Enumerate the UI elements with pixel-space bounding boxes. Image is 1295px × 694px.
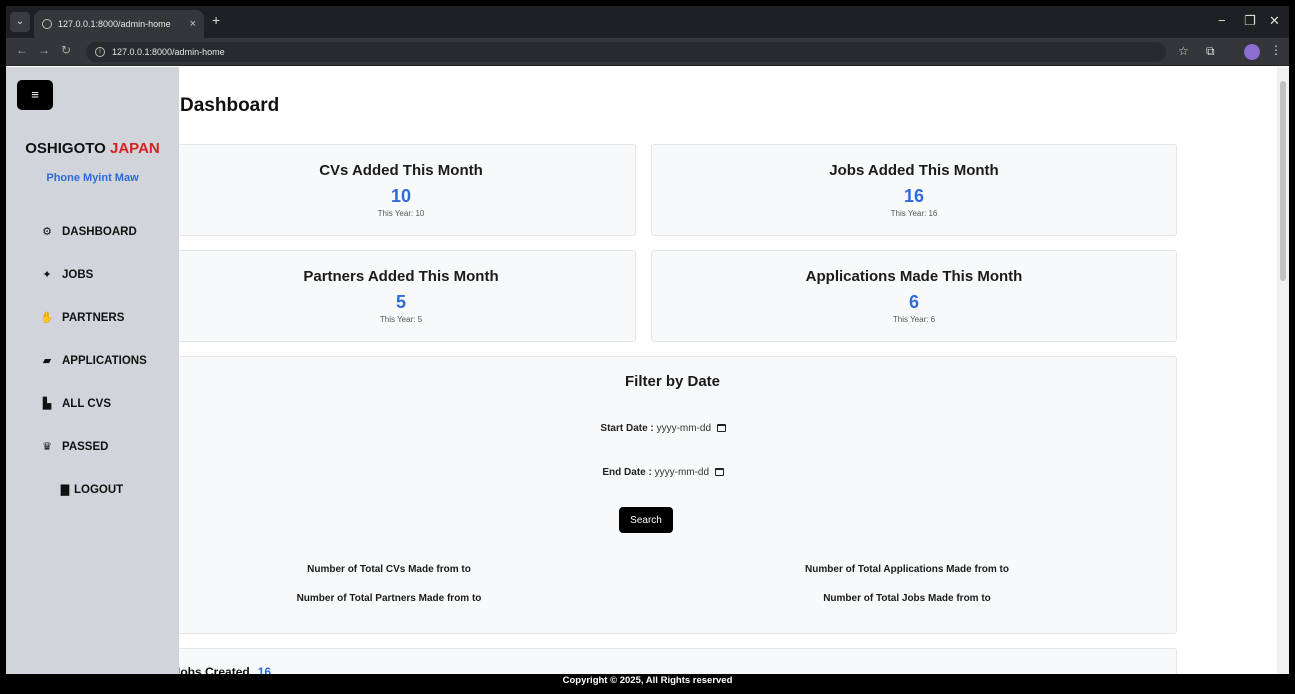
- sidebar-item-label: PASSED: [62, 441, 109, 453]
- card-value: 6: [908, 292, 919, 312]
- sidebar-item-logout[interactable]: ▇ LOGOUT: [58, 483, 123, 496]
- forward-arrow-icon[interactable]: →: [38, 43, 50, 57]
- card-subtext: This Year: 16: [890, 209, 938, 218]
- card-subtext: This Year: 6: [892, 315, 936, 324]
- user-name: Phone Myint Maw: [46, 172, 139, 184]
- sidebar-item-label: APPLICATIONS: [62, 355, 147, 367]
- brand-accent: JAPAN: [110, 140, 160, 157]
- filter-title: Filter by Date: [624, 373, 721, 390]
- pin-icon: ✦: [42, 269, 52, 281]
- sidebar-item-label: DASHBOARD: [62, 226, 137, 238]
- card-subtext: This Year: 10: [377, 209, 425, 218]
- tab-bar: ⌄ 127.0.0.1:8000/admin-home × + − ❐ ✕: [6, 6, 1289, 38]
- total-applications-stat: Number of Total Applications Made from t…: [805, 564, 1009, 575]
- calendar-icon[interactable]: [715, 468, 725, 476]
- url-input[interactable]: i 127.0.0.1:8000/admin-home: [86, 42, 1166, 62]
- sidebar-item-partners[interactable]: ✋ PARTNERS: [40, 311, 124, 324]
- minimize-icon[interactable]: −: [1218, 13, 1226, 28]
- sidebar: ≡ OSHIGOTO JAPAN Phone Myint Maw ⚙ DASHBO…: [6, 67, 179, 688]
- cvs-month-card: CVs Added This Month 10 This Year: 10: [166, 144, 636, 236]
- end-date-label: End Date :: [602, 467, 652, 478]
- site-info-icon[interactable]: i: [95, 47, 105, 57]
- globe-icon: [42, 19, 52, 29]
- jobs-month-card: Jobs Added This Month 16 This Year: 16: [651, 144, 1177, 236]
- close-window-icon[interactable]: ✕: [1269, 13, 1280, 29]
- total-cvs-stat: Number of Total CVs Made from to: [307, 564, 471, 575]
- calendar-icon[interactable]: [717, 424, 727, 432]
- browser-window: ⌄ 127.0.0.1:8000/admin-home × + − ❐ ✕ ← …: [6, 6, 1289, 688]
- start-date-label: Start Date :: [600, 423, 654, 434]
- sidebar-item-dashboard[interactable]: ⚙ DASHBOARD: [40, 225, 137, 238]
- card-value: 16: [903, 186, 925, 206]
- extensions-icon[interactable]: ⧉: [1206, 44, 1215, 59]
- address-bar-row: ← → ↻ i 127.0.0.1:8000/admin-home ☆ ⧉ ⋮: [6, 38, 1289, 66]
- card-title: Partners Added This Month: [303, 268, 499, 285]
- page-title: Dashboard: [180, 95, 280, 116]
- start-date-row: Start Date : yyyy-mm-dd: [167, 423, 1178, 434]
- document-icon: ▙: [42, 398, 52, 410]
- handshake-icon: ✋: [40, 312, 54, 324]
- more-menu-icon[interactable]: ⋮: [1270, 43, 1282, 57]
- sidebar-item-label: LOGOUT: [74, 484, 124, 496]
- crown-icon: ♛: [42, 441, 52, 453]
- partners-month-card: Partners Added This Month 5 This Year: 5: [166, 250, 636, 342]
- card-title: Jobs Added This Month: [829, 162, 999, 179]
- reload-icon[interactable]: ↻: [61, 43, 71, 57]
- sidebar-item-applications[interactable]: ▰ APPLICATIONS: [40, 354, 147, 367]
- sidebar-item-label: ALL CVS: [62, 398, 111, 410]
- back-arrow-icon[interactable]: ←: [16, 43, 28, 57]
- tab-close-icon[interactable]: ×: [190, 10, 196, 38]
- url-text: 127.0.0.1:8000/admin-home: [112, 47, 225, 57]
- sidebar-item-label: JOBS: [62, 269, 94, 281]
- brand-name: OSHIGOTO: [25, 140, 106, 157]
- sidebar-item-passed[interactable]: ♛ PASSED: [40, 440, 108, 453]
- page-scrollbar[interactable]: [1277, 67, 1289, 688]
- end-date-row: End Date : yyyy-mm-dd: [167, 467, 1178, 478]
- start-date-input[interactable]: yyyy-mm-dd: [657, 423, 745, 434]
- start-date-placeholder: yyyy-mm-dd: [656, 423, 712, 434]
- card-title: CVs Added This Month: [319, 162, 483, 179]
- sidebar-item-all-cvs[interactable]: ▙ ALL CVS: [40, 397, 111, 410]
- end-date-placeholder: yyyy-mm-dd: [654, 467, 710, 478]
- card-subtext: This Year: 5: [379, 315, 423, 324]
- page-footer: Copyright © 2025, All Rights reserved: [6, 674, 1289, 688]
- folder-icon: ▰: [42, 355, 52, 367]
- total-jobs-stat: Number of Total Jobs Made from to: [823, 593, 991, 604]
- gear-icon: ⚙: [42, 226, 52, 238]
- sidebar-item-jobs[interactable]: ✦ JOBS: [40, 268, 93, 281]
- end-date-input[interactable]: yyyy-mm-dd: [655, 467, 743, 478]
- browser-tab[interactable]: 127.0.0.1:8000/admin-home ×: [34, 10, 204, 38]
- profile-avatar[interactable]: [1244, 44, 1260, 60]
- bookmark-star-icon[interactable]: ☆: [1178, 44, 1189, 58]
- card-title: Applications Made This Month: [805, 268, 1023, 285]
- scrollbar-thumb[interactable]: [1280, 81, 1286, 281]
- tab-title: 127.0.0.1:8000/admin-home: [58, 19, 171, 29]
- door-icon: ▇: [60, 484, 70, 496]
- hamburger-menu-button[interactable]: ≡: [17, 80, 53, 110]
- sidebar-item-label: PARTNERS: [62, 312, 125, 324]
- total-partners-stat: Number of Total Partners Made from to: [296, 593, 482, 604]
- restore-icon[interactable]: ❐: [1244, 13, 1256, 29]
- applications-month-card: Applications Made This Month 6 This Year…: [651, 250, 1177, 342]
- brand-logo: OSHIGOTO JAPAN: [6, 140, 179, 157]
- date-filter-panel: Filter by Date Start Date : yyyy-mm-dd E…: [166, 356, 1177, 634]
- card-value: 5: [395, 292, 406, 312]
- tab-search-icon[interactable]: ⌄: [10, 12, 30, 32]
- card-value: 10: [390, 186, 412, 206]
- search-button[interactable]: Search: [619, 507, 673, 533]
- new-tab-button[interactable]: +: [212, 12, 220, 28]
- main-content: Dashboard CVs Added This Month 10 This Y…: [166, 67, 1276, 688]
- page-viewport: Dashboard CVs Added This Month 10 This Y…: [6, 67, 1289, 688]
